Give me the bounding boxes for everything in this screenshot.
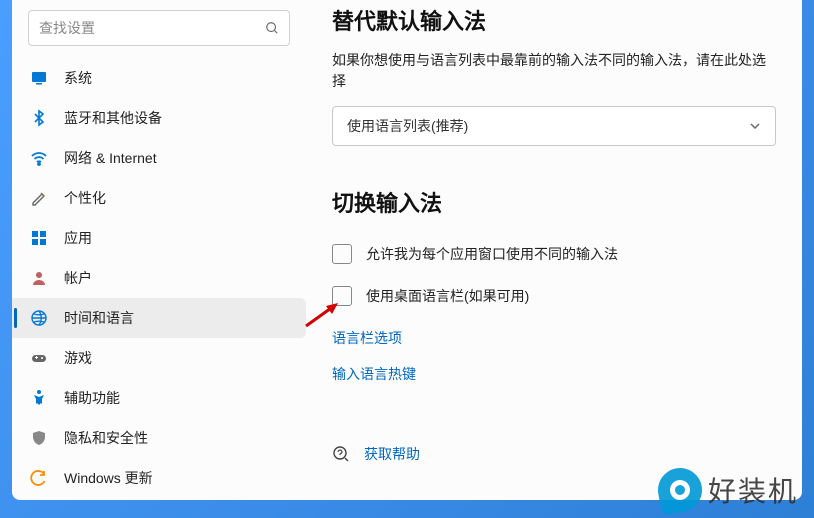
settings-window: 系统 蓝牙和其他设备 网络 & Internet 个性化 应用 帐户 <box>12 0 802 500</box>
accounts-icon <box>30 269 48 287</box>
checkbox-label: 允许我为每个应用窗口使用不同的输入法 <box>366 244 618 264</box>
checkbox-row-per-app: 允许我为每个应用窗口使用不同的输入法 <box>332 244 776 264</box>
sidebar-item-network[interactable]: 网络 & Internet <box>12 138 306 178</box>
watermark-logo-icon <box>654 465 705 516</box>
apps-icon <box>30 229 48 247</box>
sidebar-item-label: 辅助功能 <box>64 388 120 408</box>
link-input-hotkeys[interactable]: 输入语言热键 <box>332 364 776 384</box>
privacy-icon <box>30 429 48 447</box>
sidebar-item-label: 隐私和安全性 <box>64 428 148 448</box>
nav-list: 系统 蓝牙和其他设备 网络 & Internet 个性化 应用 帐户 <box>12 58 306 498</box>
accessibility-icon <box>30 389 48 407</box>
chevron-down-icon <box>749 120 761 132</box>
sidebar-item-label: 帐户 <box>64 268 92 288</box>
section-title-switch: 切换输入法 <box>332 186 776 218</box>
help-row: 获取帮助 <box>332 444 776 464</box>
section-description: 如果你想使用与语言列表中最靠前的输入法不同的输入法，请在此处选择 <box>332 50 776 92</box>
sidebar-item-personalize[interactable]: 个性化 <box>12 178 306 218</box>
dropdown-value: 使用语言列表(推荐) <box>347 116 468 136</box>
section-title-override: 替代默认输入法 <box>332 4 776 36</box>
search-input[interactable] <box>39 20 265 36</box>
link-language-bar-options[interactable]: 语言栏选项 <box>332 328 776 348</box>
sidebar-item-privacy[interactable]: 隐私和安全性 <box>12 418 306 458</box>
search-icon <box>265 21 279 35</box>
sidebar: 系统 蓝牙和其他设备 网络 & Internet 个性化 应用 帐户 <box>12 0 306 500</box>
default-ime-dropdown[interactable]: 使用语言列表(推荐) <box>332 106 776 146</box>
system-icon <box>30 69 48 87</box>
main-content: 替代默认输入法 如果你想使用与语言列表中最靠前的输入法不同的输入法，请在此处选择… <box>306 0 802 500</box>
sidebar-item-label: 蓝牙和其他设备 <box>64 108 162 128</box>
personalize-icon <box>30 189 48 207</box>
time-language-icon <box>30 309 48 327</box>
sidebar-item-label: 游戏 <box>64 348 92 368</box>
sidebar-item-label: 网络 & Internet <box>64 148 157 168</box>
sidebar-item-apps[interactable]: 应用 <box>12 218 306 258</box>
network-icon <box>30 149 48 167</box>
link-get-help[interactable]: 获取帮助 <box>364 444 420 464</box>
watermark-text: 好装机 <box>708 470 798 510</box>
sidebar-item-update[interactable]: Windows 更新 <box>12 458 306 498</box>
sidebar-item-bluetooth[interactable]: 蓝牙和其他设备 <box>12 98 306 138</box>
sidebar-item-gaming[interactable]: 游戏 <box>12 338 306 378</box>
update-icon <box>30 469 48 487</box>
search-box[interactable] <box>28 10 290 46</box>
checkbox-label: 使用桌面语言栏(如果可用) <box>366 286 529 306</box>
sidebar-item-accounts[interactable]: 帐户 <box>12 258 306 298</box>
sidebar-item-label: 时间和语言 <box>64 308 134 328</box>
checkbox-row-language-bar: 使用桌面语言栏(如果可用) <box>332 286 776 306</box>
sidebar-item-label: 系统 <box>64 68 92 88</box>
help-icon <box>332 445 350 463</box>
sidebar-item-label: Windows 更新 <box>64 468 153 488</box>
sidebar-item-label: 个性化 <box>64 188 106 208</box>
sidebar-item-system[interactable]: 系统 <box>12 58 306 98</box>
sidebar-item-label: 应用 <box>64 228 92 248</box>
sidebar-item-time-language[interactable]: 时间和语言 <box>12 298 306 338</box>
checkbox-language-bar[interactable] <box>332 286 352 306</box>
checkbox-per-app[interactable] <box>332 244 352 264</box>
sidebar-item-accessibility[interactable]: 辅助功能 <box>12 378 306 418</box>
gaming-icon <box>30 349 48 367</box>
watermark: 好装机 <box>658 468 798 512</box>
bluetooth-icon <box>30 109 48 127</box>
